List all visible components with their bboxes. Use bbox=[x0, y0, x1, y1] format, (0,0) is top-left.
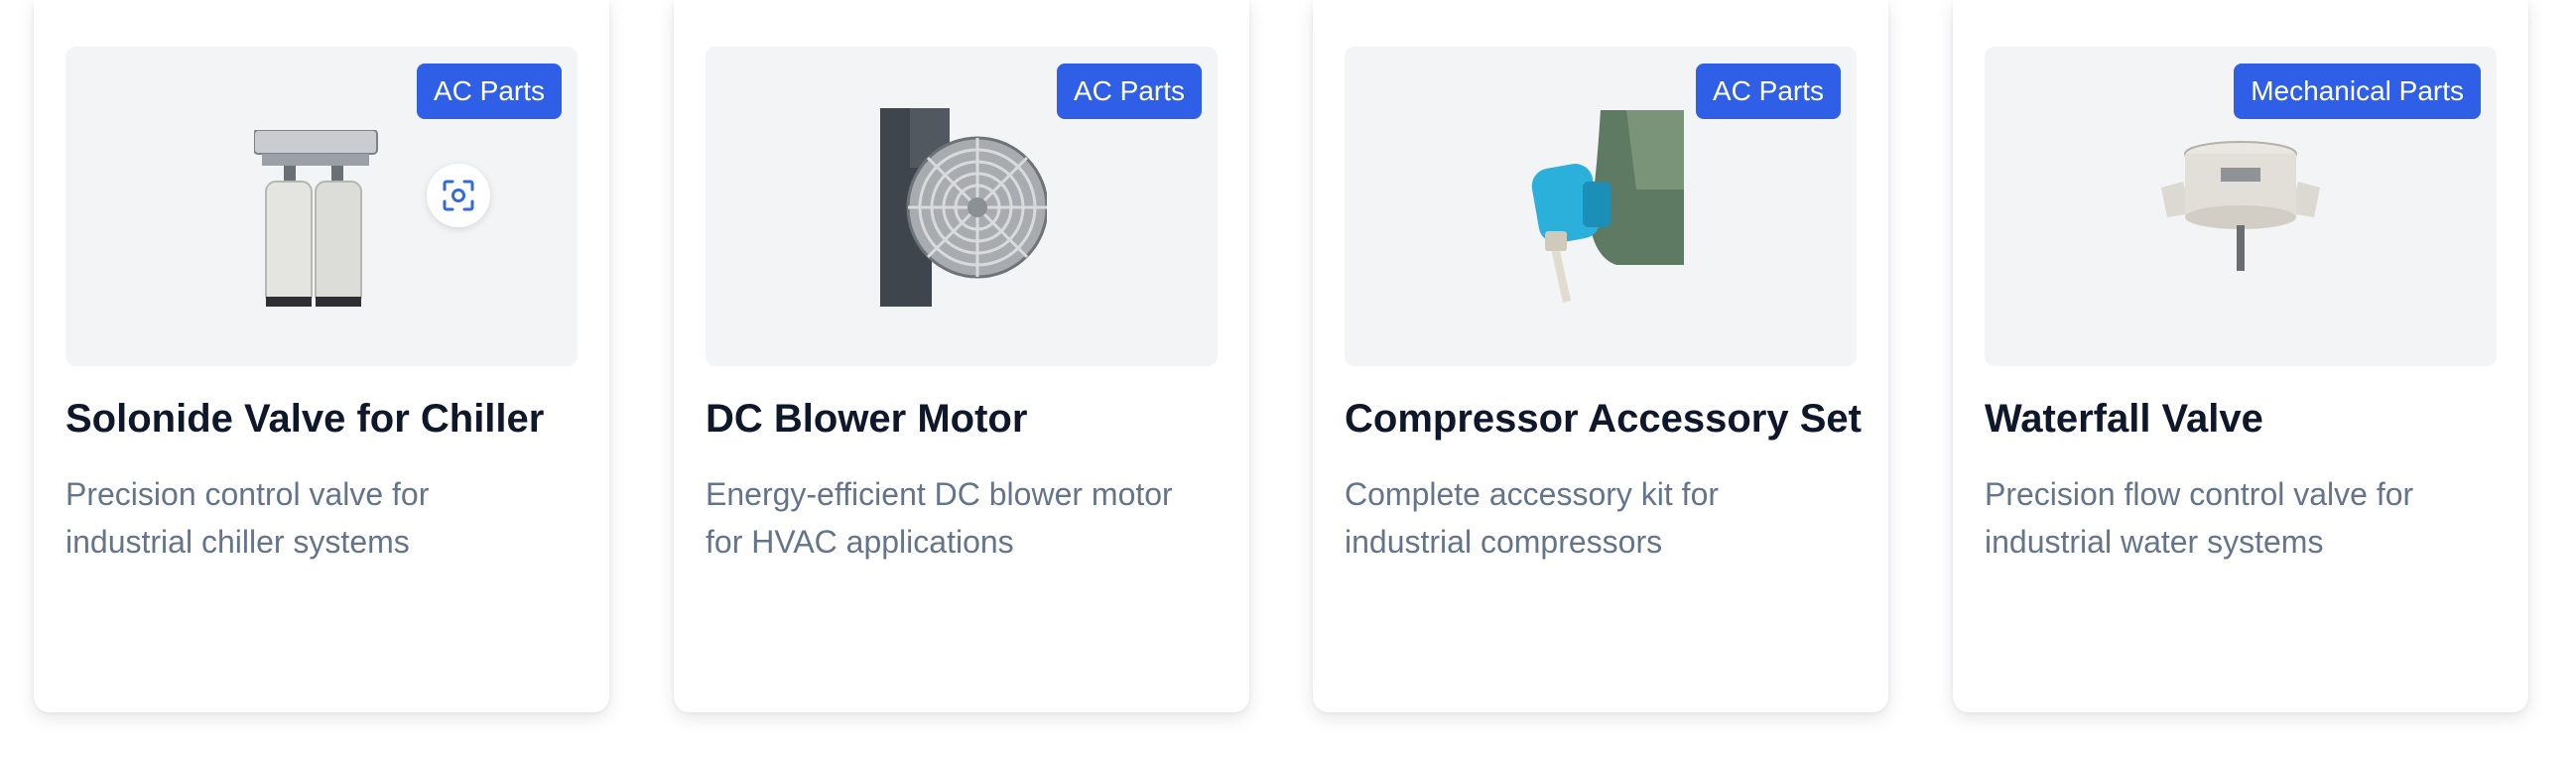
waterfall-valve-image bbox=[2161, 141, 2320, 271]
product-description: Precision flow control valve for industr… bbox=[1985, 476, 2414, 560]
category-badge: Mechanical Parts bbox=[2234, 64, 2481, 119]
visual-search-icon bbox=[443, 180, 474, 211]
category-badge: AC Parts bbox=[1056, 64, 1202, 119]
product-title[interactable]: Solonide Valve for Chiller bbox=[65, 397, 544, 442]
product-card[interactable]: Mechanical Parts Waterfall Valve Precisi… bbox=[1953, 0, 2528, 712]
product-description: Precision control valve for industrial c… bbox=[65, 476, 430, 560]
solenoid-valve-image bbox=[254, 130, 378, 307]
product-title[interactable]: DC Blower Motor bbox=[706, 397, 1027, 442]
product-image-area[interactable]: AC Parts bbox=[65, 47, 578, 366]
product-description: Energy-efficient DC blower motor for HVA… bbox=[706, 476, 1173, 560]
product-description: Complete accessory kit for industrial co… bbox=[1345, 476, 1720, 560]
product-card[interactable]: AC Parts Compressor Accessory Set Comple… bbox=[1313, 0, 1888, 712]
product-image-area[interactable]: AC Parts bbox=[1345, 47, 1857, 366]
compressor-accessory-image bbox=[1531, 110, 1684, 303]
product-image-area[interactable]: AC Parts bbox=[706, 47, 1218, 366]
category-badge: AC Parts bbox=[1695, 64, 1841, 119]
product-title[interactable]: Waterfall Valve bbox=[1985, 397, 2263, 442]
product-title[interactable]: Compressor Accessory Set bbox=[1345, 397, 1862, 442]
product-card[interactable]: AC Parts Solonide Valve for Chiller Prec… bbox=[34, 0, 609, 712]
product-card[interactable]: AC Parts DC Blower Motor Energy-efficien… bbox=[674, 0, 1249, 712]
product-image-area[interactable]: Mechanical Parts bbox=[1985, 47, 2497, 366]
blower-fan-image bbox=[880, 108, 1047, 307]
category-badge: AC Parts bbox=[416, 64, 562, 119]
visual-search-button[interactable] bbox=[427, 164, 490, 227]
